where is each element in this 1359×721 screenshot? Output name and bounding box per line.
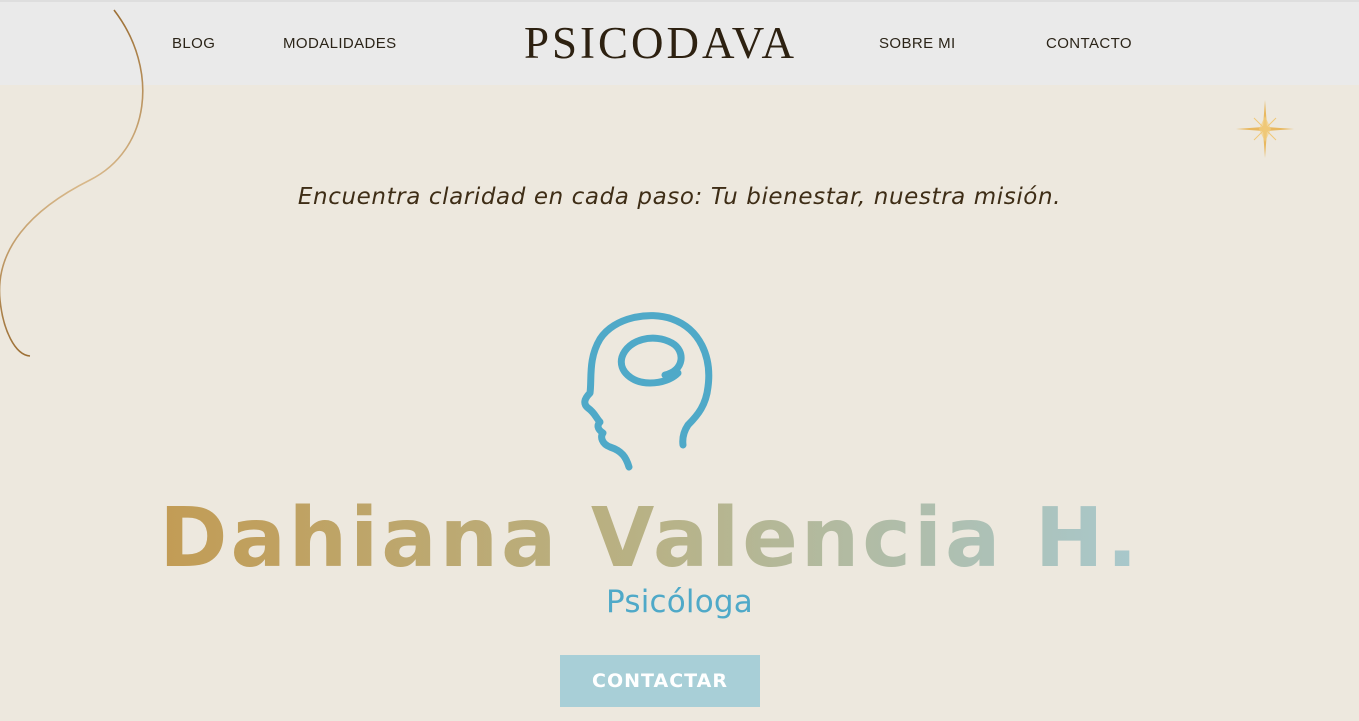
sparkle-star-icon xyxy=(1236,100,1294,158)
logo-subtitle: Psicóloga xyxy=(606,584,753,620)
top-navbar: BLOG MODALIDADES PSICODAVA SOBRE MI CONT… xyxy=(0,0,1359,85)
nav-link-blog[interactable]: BLOG xyxy=(172,35,215,52)
logo-name-text: Dahiana Valencia H. xyxy=(160,491,1140,578)
logo-name: Dahiana Valencia H. xyxy=(160,491,1140,578)
head-profile-icon xyxy=(581,312,713,471)
nav-link-contacto[interactable]: CONTACTO xyxy=(1046,35,1132,52)
hero-tagline: Encuentra claridad en cada paso: Tu bien… xyxy=(297,184,1062,210)
brand-logo-text[interactable]: PSICODAVA xyxy=(524,18,797,68)
contactar-button[interactable]: CONTACTAR xyxy=(560,655,760,707)
nav-link-sobre-mi[interactable]: SOBRE MI xyxy=(879,35,956,52)
nav-link-modalidades[interactable]: MODALIDADES xyxy=(283,35,397,52)
